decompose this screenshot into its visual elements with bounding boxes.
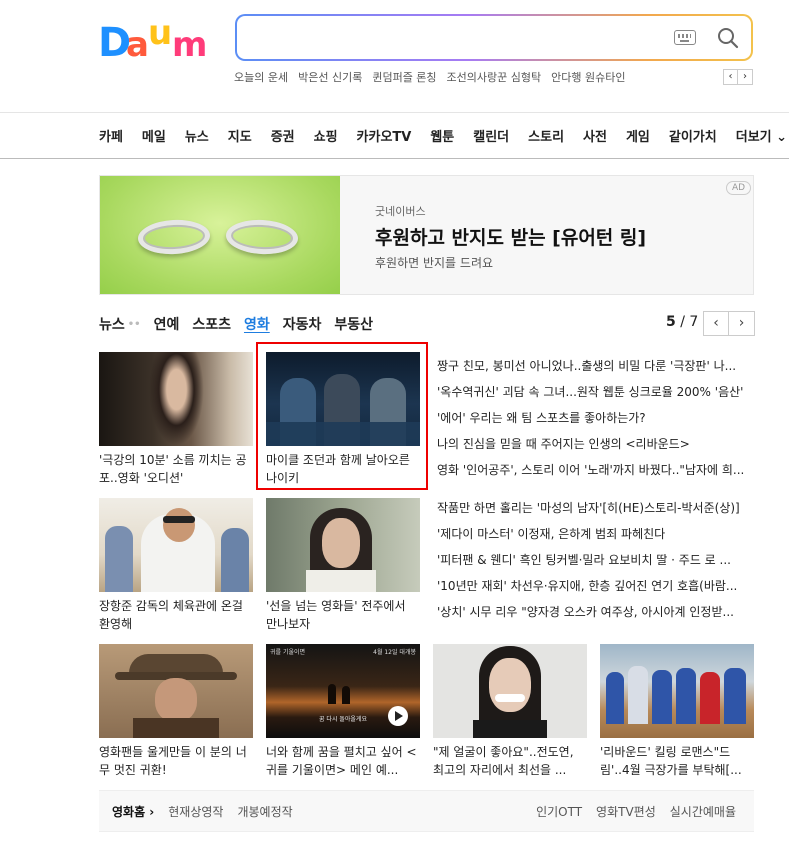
nav-item-together[interactable]: 같이가치: [669, 126, 717, 145]
svg-text:u: u: [148, 14, 172, 53]
svg-text:m: m: [172, 25, 207, 64]
news-card[interactable]: '극강의 10분' 소름 끼치는 공포..영화 '오디션': [99, 352, 253, 487]
search-input[interactable]: [251, 26, 671, 50]
movie-home-link[interactable]: 영화홈 ›: [112, 803, 154, 820]
tab-cars[interactable]: 자동차: [283, 314, 322, 334]
trending-keywords: 오늘의 운세 박은선 신기록 퀸덤퍼즐 론칭 조선의사랑꾼 심형탁 안다행 원슈…: [234, 69, 625, 87]
pager: ‹ ›: [703, 311, 755, 336]
svg-text:a: a: [126, 25, 149, 64]
card-caption: '선을 넘는 영화들' 전주에서 만나보자: [266, 599, 406, 631]
nav-item-map[interactable]: 지도: [228, 126, 252, 145]
tab-sports[interactable]: 스포츠: [192, 314, 231, 334]
page-indicator: 5 / 7: [666, 314, 699, 330]
pager-next-button[interactable]: ›: [729, 311, 755, 336]
now-showing-link[interactable]: 현재상영작: [168, 803, 223, 820]
headline-item[interactable]: 영화 '인어공주', 스토리 이어 '노래'까지 바꿨다.."남자에 희...: [437, 457, 755, 483]
nav-item-dictionary[interactable]: 사전: [583, 126, 607, 145]
nav-item-news[interactable]: 뉴스: [185, 126, 209, 145]
news-card[interactable]: '선을 넘는 영화들' 전주에서 만나보자: [266, 498, 420, 633]
divider: [0, 158, 789, 159]
trending-item[interactable]: 퀸덤퍼즐 론칭: [372, 69, 436, 87]
pager-prev-button[interactable]: ‹: [703, 311, 729, 336]
nav-item-calendar[interactable]: 캘린더: [473, 126, 509, 145]
card-caption: "제 얼굴이 좋아요"..전도연, 최고의 자리에서 최선을 ...: [433, 745, 574, 777]
nav-item-more[interactable]: 더보기 ⌄: [736, 126, 787, 145]
divider: [0, 112, 789, 113]
keyboard-icon[interactable]: [674, 30, 696, 45]
headline-list: 짱구 친모, 봉미선 아니었나..출생의 비밀 다룬 '극장판' 나... '옥…: [437, 353, 755, 483]
news-card[interactable]: 귀를 기울이면 4월 12일 대개봉 꿈 다시 돌아올게요 너와 함께 꿈을 펼…: [266, 644, 420, 779]
realtime-booking-link[interactable]: 실시간예매율: [670, 803, 736, 820]
nav-item-shopping[interactable]: 쇼핑: [314, 126, 338, 145]
nav-item-game[interactable]: 게임: [626, 126, 650, 145]
thumbnail-image: 귀를 기울이면 4월 12일 대개봉 꿈 다시 돌아올게요: [266, 644, 420, 738]
highlight-box: [256, 342, 428, 490]
card-caption: 영화팬들 울게만들 이 분의 너무 멋진 귀환!: [99, 745, 247, 777]
headline-item[interactable]: '10년만 재회' 차선우·유지애, 한층 깊어진 연기 호흡(바람...: [437, 573, 755, 599]
nav-item-story[interactable]: 스토리: [528, 126, 564, 145]
headline-item[interactable]: '피터팬 & 웬디' 흑인 팅커벨·밀라 요보비치 딸 · 주드 로 ...: [437, 547, 755, 573]
headline-item[interactable]: '옥수역귀신' 괴담 속 그녀...원작 웹툰 싱크로율 200% '음산': [437, 379, 755, 405]
trending-item[interactable]: 안다행 원슈타인: [551, 69, 625, 87]
coming-soon-link[interactable]: 개봉예정작: [237, 803, 292, 820]
trending-nav: ‹ ›: [723, 69, 753, 85]
tab-movies[interactable]: 영화: [244, 314, 270, 334]
nav-item-webtoon[interactable]: 웹툰: [430, 126, 454, 145]
daum-logo[interactable]: D a u m: [98, 14, 216, 64]
headline-list: 작품만 하면 홀리는 '마성의 남자'[히(HE)스토리-박서준(상)] '제다…: [437, 495, 755, 625]
category-tabs: 뉴스 •• 연예 스포츠 영화 자동차 부동산: [99, 314, 386, 334]
trending-item[interactable]: 박은선 신기록: [298, 69, 362, 87]
thumbnail-image: [99, 352, 253, 446]
headline-item[interactable]: '제다이 마스터' 이정재, 은하계 범죄 파헤친다: [437, 521, 755, 547]
headline-item[interactable]: 짱구 친모, 봉미선 아니었나..출생의 비밀 다룬 '극장판' 나...: [437, 353, 755, 379]
thumbnail-image: [600, 644, 754, 738]
nav-item-mail[interactable]: 메일: [142, 126, 166, 145]
global-nav: 카페 메일 뉴스 지도 증권 쇼핑 카카오TV 웹툰 캘린더 스토리 사전 게임…: [99, 126, 789, 145]
headline-item[interactable]: '에어' 우리는 왜 팀 스포츠를 좋아하는가?: [437, 405, 755, 431]
thumbnail-image: [99, 498, 253, 592]
movie-tv-schedule-link[interactable]: 영화TV편성: [596, 803, 656, 820]
thumbnail-image: [99, 644, 253, 738]
trend-prev-button[interactable]: ‹: [723, 69, 738, 85]
trending-item[interactable]: 오늘의 운세: [234, 69, 288, 87]
tab-realestate[interactable]: 부동산: [334, 314, 373, 334]
popular-ott-link[interactable]: 인기OTT: [536, 803, 582, 820]
ad-brand: 굿네이버스: [375, 205, 426, 218]
play-icon[interactable]: [388, 706, 408, 726]
headline-item[interactable]: '상치' 시무 리우 "양자경 오스카 여주상, 아시아계 인정받...: [437, 599, 755, 625]
trend-next-button[interactable]: ›: [738, 69, 753, 85]
search-icon[interactable]: [717, 27, 739, 49]
thumbnail-image: [433, 644, 587, 738]
nav-item-kakaotv[interactable]: 카카오TV: [357, 126, 412, 145]
headline-item[interactable]: 작품만 하면 홀리는 '마성의 남자'[히(HE)스토리-박서준(상)]: [437, 495, 755, 521]
thumbnail-image: [266, 498, 420, 592]
news-card[interactable]: 영화팬들 울게만들 이 분의 너무 멋진 귀환!: [99, 644, 253, 779]
card-caption: 장항준 감독의 체육관에 온걸 환영해: [99, 599, 243, 631]
movie-footer-bar: 영화홈 › 현재상영작 개봉예정작 인기OTT 영화TV편성 실시간예매율: [99, 790, 754, 832]
ad-title: 후원하고 반지도 받는 [유어턴 링]: [375, 227, 647, 249]
ad-subtitle: 후원하면 반지를 드려요: [375, 256, 494, 270]
news-card[interactable]: "제 얼굴이 좋아요"..전도연, 최고의 자리에서 최선을 ...: [433, 644, 587, 779]
ad-badge: AD: [726, 181, 752, 195]
tab-news[interactable]: 뉴스: [99, 314, 125, 334]
card-caption: '극강의 10분' 소름 끼치는 공포..영화 '오디션': [99, 453, 247, 485]
search-box: [235, 14, 753, 61]
headline-item[interactable]: 나의 진심을 믿을 때 주어지는 인생의 <리바운드>: [437, 431, 755, 457]
card-caption: 너와 함께 꿈을 펼치고 싶어 <귀를 기울이면> 메인 예...: [266, 745, 417, 777]
thumb-date-text: 4월 12일 대개봉: [373, 649, 416, 656]
thumb-title-text: 귀를 기울이면: [270, 649, 306, 656]
nav-item-stock[interactable]: 증권: [271, 126, 295, 145]
tab-dots: ••: [127, 318, 141, 330]
card-caption: '리바운드' 킬링 로맨스"드림'..4월 극장가를 부탁해[...: [600, 745, 742, 777]
ad-rings-image: [100, 176, 340, 294]
tab-entertainment[interactable]: 연예: [154, 314, 180, 334]
news-card[interactable]: '리바운드' 킬링 로맨스"드림'..4월 극장가를 부탁해[...: [600, 644, 754, 779]
ad-banner[interactable]: 굿네이버스 후원하고 반지도 받는 [유어턴 링] 후원하면 반지를 드려요 A…: [99, 175, 754, 295]
nav-item-cafe[interactable]: 카페: [99, 126, 123, 145]
trending-item[interactable]: 조선의사랑꾼 심형탁: [447, 69, 542, 87]
news-card[interactable]: 장항준 감독의 체육관에 온걸 환영해: [99, 498, 253, 633]
